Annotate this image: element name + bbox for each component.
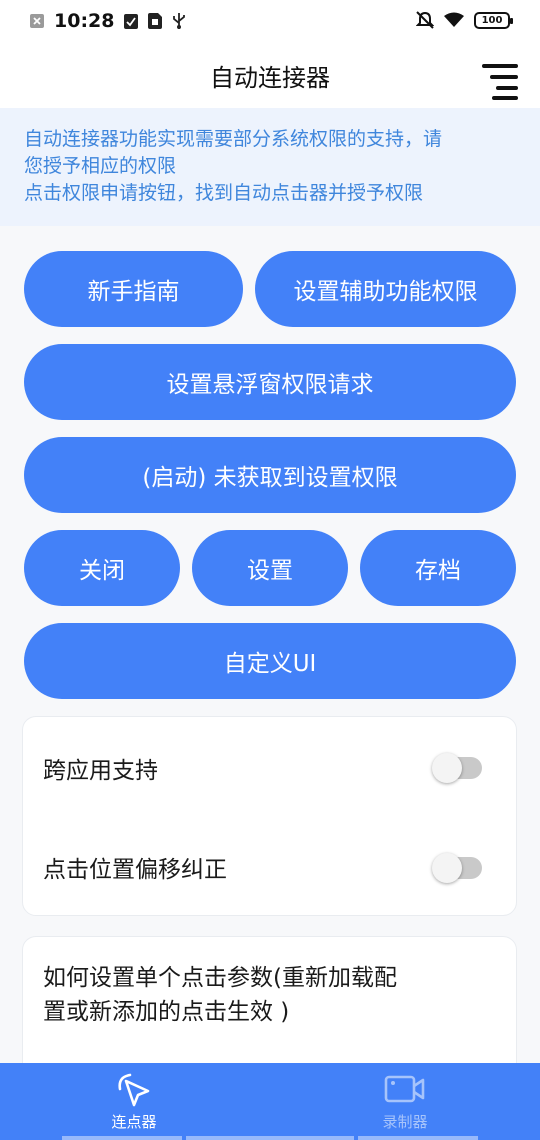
- tab-label: 录制器: [382, 1113, 428, 1131]
- check-doc-icon: [124, 14, 139, 29]
- tab-clicker[interactable]: 连点器: [54, 1063, 214, 1140]
- offset-correction-label: 点击位置偏移纠正: [43, 857, 227, 883]
- info-line: 置或新添加的点击生效 ): [43, 999, 290, 1025]
- close-box-icon: [30, 14, 44, 28]
- toggle-knob: [432, 853, 462, 883]
- tab-indicator: [358, 1136, 478, 1140]
- tab-recorder[interactable]: 录制器: [325, 1063, 485, 1140]
- tab-indicator: [62, 1136, 182, 1140]
- info-line: 如何设置单个点击参数(重新加载配: [43, 965, 397, 991]
- float-window-permission-button[interactable]: 设置悬浮窗权限请求: [24, 344, 516, 420]
- info-text: 如何设置单个点击参数(重新加载配 置或新添加的点击生效 ): [43, 961, 463, 1029]
- toggle-settings-card: 跨应用支持 点击位置偏移纠正: [22, 716, 517, 916]
- bell-off-icon: [416, 11, 434, 29]
- wifi-icon: [444, 12, 464, 27]
- notice-line: 点击权限申请按钮，找到自动点击器并授予权限: [24, 182, 424, 204]
- cross-app-support-toggle[interactable]: [432, 753, 482, 783]
- offset-correction-toggle[interactable]: [432, 853, 482, 883]
- permission-notice: 自动连接器功能实现需要部分系统权限的支持，请 您授予相应的权限 点击权限申请按钮…: [0, 108, 540, 226]
- notice-line: 自动连接器功能实现需要部分系统权限的支持，请: [24, 128, 443, 150]
- cross-app-support-label: 跨应用支持: [43, 758, 158, 784]
- video-camera-icon: [384, 1075, 425, 1103]
- cursor-click-icon: [118, 1073, 150, 1107]
- custom-ui-button[interactable]: 自定义UI: [24, 623, 516, 699]
- clock: 10:28: [54, 10, 115, 32]
- notice-line: 您授予相应的权限: [24, 155, 177, 177]
- toggle-knob: [432, 753, 462, 783]
- accessibility-permission-button[interactable]: 设置辅助功能权限: [255, 251, 516, 327]
- battery-icon: 100: [474, 11, 513, 29]
- close-button[interactable]: 关闭: [24, 530, 180, 606]
- status-bar: 10:28 100: [0, 0, 540, 44]
- sim-icon: [148, 13, 163, 29]
- usb-icon: [173, 13, 186, 29]
- start-button[interactable]: (启动) 未获取到设置权限: [24, 437, 516, 513]
- app-bar: 自动连接器: [0, 44, 540, 108]
- menu-icon[interactable]: [482, 64, 518, 100]
- page-title: 自动连接器: [210, 64, 330, 92]
- settings-button[interactable]: 设置: [192, 530, 348, 606]
- battery-level: 100: [481, 14, 503, 26]
- tab-label: 连点器: [111, 1113, 157, 1131]
- bottom-nav: 连点器 录制器: [0, 1063, 540, 1140]
- tab-indicator: [186, 1136, 354, 1140]
- archive-button[interactable]: 存档: [360, 530, 516, 606]
- guide-button[interactable]: 新手指南: [24, 251, 243, 327]
